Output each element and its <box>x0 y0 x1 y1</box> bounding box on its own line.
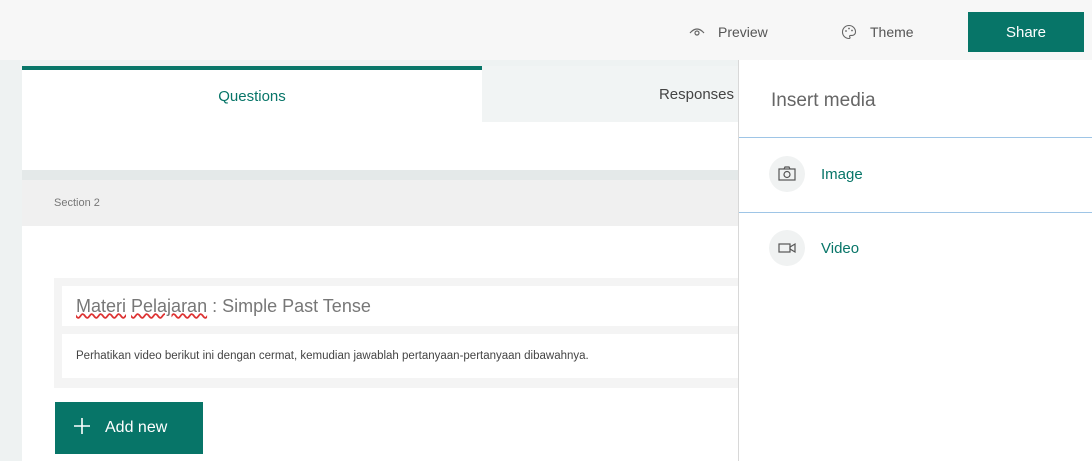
insert-video-option[interactable]: Video <box>769 228 1069 268</box>
image-label: Image <box>821 165 863 183</box>
divider <box>739 212 1092 213</box>
section-body: Materi Pelajaran : Simple Past Tense Per… <box>22 226 738 461</box>
tab-responses[interactable]: Responses <box>482 66 738 122</box>
tab-questions[interactable]: Questions <box>22 66 482 122</box>
insert-media-panel: Insert media Image Video <box>738 60 1092 461</box>
share-button[interactable]: Share <box>968 12 1084 52</box>
insert-image-option[interactable]: Image <box>769 154 1069 194</box>
tab-bar: Questions Responses <box>22 66 738 122</box>
eye-icon <box>688 23 706 41</box>
divider <box>739 137 1092 138</box>
divider <box>22 170 738 180</box>
video-label: Video <box>821 239 860 257</box>
title-word-pelajaran: Pelajaran <box>131 295 208 316</box>
section-header: Section 2 <box>22 180 738 226</box>
video-icon <box>769 230 805 266</box>
plus-icon <box>73 417 91 440</box>
palette-icon <box>840 23 858 41</box>
panel-title: Insert media <box>771 90 876 111</box>
title-rest: : Simple Past Tense <box>207 295 371 316</box>
add-new-button[interactable]: Add new <box>55 402 203 454</box>
theme-label: Theme <box>870 24 914 40</box>
preview-button[interactable]: Preview <box>688 12 768 52</box>
theme-button[interactable]: Theme <box>840 12 914 52</box>
section-title-input[interactable]: Materi Pelajaran : Simple Past Tense <box>62 286 738 326</box>
camera-icon <box>769 156 805 192</box>
title-word-materi: Materi <box>76 295 127 316</box>
section-title-block: Materi Pelajaran : Simple Past Tense Per… <box>54 278 738 388</box>
form-editor: Questions Responses Section 2 Materi Pel… <box>22 66 738 461</box>
section-label: Section 2 <box>54 197 100 209</box>
add-new-label: Add new <box>105 419 168 436</box>
preview-label: Preview <box>718 24 768 40</box>
section-description-input[interactable]: Perhatikan video berikut ini dengan cerm… <box>62 334 738 378</box>
top-bar: Preview Theme Share <box>0 0 1092 60</box>
